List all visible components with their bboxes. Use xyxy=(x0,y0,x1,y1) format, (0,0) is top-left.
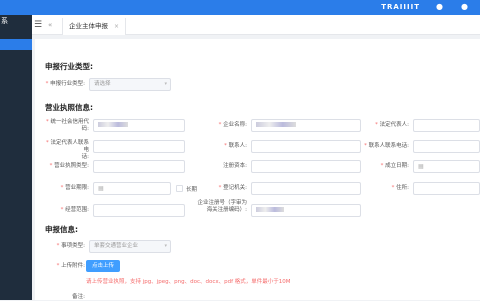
address-label: * 住所: xyxy=(391,185,409,191)
contact-input[interactable] xyxy=(251,140,361,153)
section-apply: 申报信息: xyxy=(45,225,78,234)
matter-type-select[interactable]: 单套交通营业企业 ▾ xyxy=(89,240,171,253)
calendar-icon: ▦ xyxy=(418,163,424,170)
scope-input[interactable] xyxy=(93,204,185,217)
legal-rep-tel-input[interactable] xyxy=(93,140,185,153)
brand-logo: TRAIIIIT xyxy=(381,3,420,11)
sidebar-logo: 系 xyxy=(1,17,8,25)
reg-capital-input[interactable] xyxy=(251,160,361,173)
section-license: 营业执照信息: xyxy=(45,103,93,112)
reg-capital-label: 注册资本: xyxy=(223,163,247,169)
contact-label: * 联系人: xyxy=(224,143,247,149)
sidebar: 系 xyxy=(0,15,32,300)
scope-label: * 经营范围: xyxy=(60,207,89,213)
credit-code-input[interactable] xyxy=(93,119,185,132)
chevron-down-icon: ▾ xyxy=(164,81,167,87)
section-industry: 申报行业类型: xyxy=(45,62,93,71)
license-type-input[interactable] xyxy=(93,160,185,173)
close-icon[interactable]: × xyxy=(114,23,119,30)
credit-code-label: * 统一社会信用代 码: xyxy=(45,119,89,132)
contact-tel-label: * 联系人联系电话: xyxy=(364,143,409,149)
legal-rep-label: * 法定代表人: xyxy=(375,122,409,128)
tab-enterprise-declare[interactable]: 企业主体申报 × xyxy=(62,18,127,35)
legal-rep-tel-label: * 法定代表人联系电 话: xyxy=(45,140,89,160)
calendar-icon: ▦ xyxy=(98,185,104,192)
bell-icon[interactable]: ● xyxy=(436,2,445,11)
top-bar: TRAIIIIT ● ● xyxy=(0,0,480,15)
chevron-down-icon: ▾ xyxy=(164,243,167,249)
established-label: * 成立日期: xyxy=(380,163,409,169)
reg-no-label: 企业注册号（字审为 海关注册编码）: xyxy=(197,200,247,213)
upload-button[interactable]: 点击上传 xyxy=(86,260,121,272)
address-input[interactable] xyxy=(413,182,480,195)
upload-hint: 请上传营业执照，支持 jpg、jpeg、png、doc、docx、pdf 格式，… xyxy=(86,279,291,285)
legal-rep-input[interactable] xyxy=(413,119,480,132)
masked-value xyxy=(98,121,128,127)
industry-label: * 申报行业类型: xyxy=(45,81,85,87)
masked-value xyxy=(256,206,284,212)
industry-select[interactable]: 请选择 ▾ xyxy=(89,78,171,91)
license-type-label: * 营业执照类型: xyxy=(49,163,89,169)
tab-bar: ☰ « 企业主体申报 × xyxy=(32,15,480,35)
tab-scroll-left-button[interactable]: « xyxy=(48,21,52,29)
long-term-label: 长期 xyxy=(186,187,198,193)
established-date-picker[interactable]: ▦ xyxy=(413,160,480,173)
reg-authority-label: * 登记机关: xyxy=(218,185,247,191)
attachment-label: * 上传附件: xyxy=(56,263,85,269)
sidebar-item-active[interactable] xyxy=(0,39,32,50)
reg-no-input[interactable] xyxy=(251,204,361,217)
business-term-label: * 营业期限: xyxy=(60,185,89,191)
user-icon[interactable]: ● xyxy=(461,2,470,11)
company-name-input[interactable] xyxy=(251,119,361,132)
reg-authority-input[interactable] xyxy=(251,182,361,195)
matter-type-label: * 事项类型: xyxy=(56,243,85,249)
masked-value xyxy=(256,121,296,127)
company-name-label: * 企业名称: xyxy=(218,122,247,128)
menu-icon[interactable]: ☰ xyxy=(34,20,42,30)
long-term-checkbox[interactable] xyxy=(176,185,183,192)
contact-tel-input[interactable] xyxy=(413,140,480,153)
business-term-date-picker[interactable]: ▦ xyxy=(93,182,171,195)
tab-label: 企业主体申报 xyxy=(69,22,108,30)
